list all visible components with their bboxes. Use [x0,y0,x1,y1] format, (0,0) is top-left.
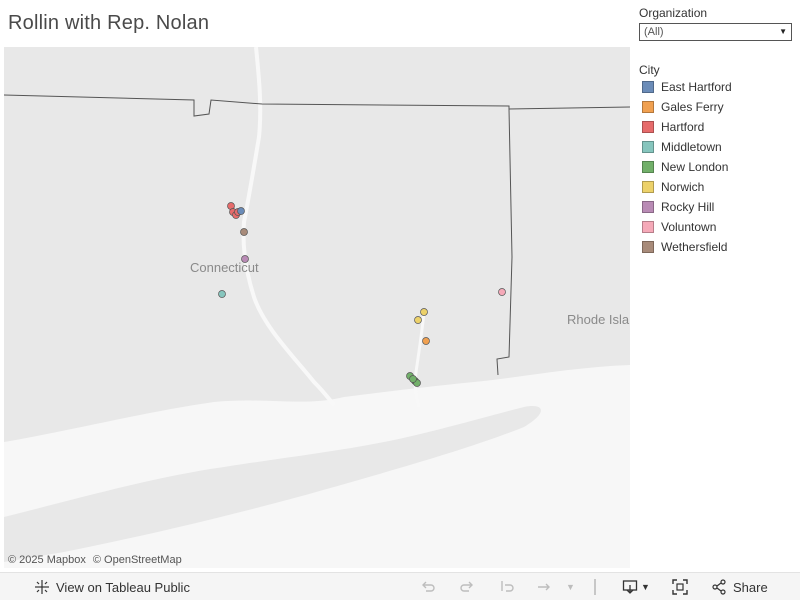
legend-swatch [642,101,654,113]
legend-label: Norwich [661,180,705,194]
share-icon [712,579,726,595]
download-menu-icon: ▼ [641,582,650,592]
undo-button[interactable] [420,579,436,595]
share-label: Share [733,579,768,595]
legend-item[interactable]: Wethersfield [639,237,797,257]
legend-title: City [639,63,660,77]
tableau-toolbar: View on Tableau Public ▼ ▼ Share [0,572,800,600]
map-attribution[interactable]: © 2025 Mapbox © OpenStreetMap [8,554,186,566]
city-point-new-london[interactable] [409,375,417,383]
legend-swatch [642,81,654,93]
refresh-menu-icon[interactable]: ▼ [566,582,575,592]
legend-swatch [642,121,654,133]
fullscreen-button[interactable] [672,579,688,595]
map-view[interactable]: Connecticut Rhode Isla © 2025 Mapbox © O… [4,47,630,568]
organization-filter-label: Organization [639,6,708,20]
legend-item[interactable]: Hartford [639,117,797,137]
revert-icon [501,581,514,592]
city-legend: East Hartford Gales Ferry Hartford Middleto… [639,77,797,257]
legend-label: Hartford [661,120,705,134]
city-point-norwich[interactable] [414,316,422,324]
legend-label: Wethersfield [661,240,728,254]
mapbox-attribution[interactable]: © 2025 Mapbox [8,554,86,566]
legend-item[interactable]: Rocky Hill [639,197,797,217]
organization-filter-value: (All) [644,26,664,38]
city-point-east-hartford[interactable] [237,207,245,215]
city-point-norwich[interactable] [420,308,428,316]
divider-icon [594,579,596,595]
legend-label: Voluntown [661,220,717,234]
legend-label: East Hartford [661,80,732,94]
city-point-wethersfield[interactable] [240,228,248,236]
download-icon [622,580,638,594]
share-button[interactable]: Share [711,579,768,595]
legend-label: Middletown [661,140,722,154]
legend-item[interactable]: East Hartford [639,77,797,97]
refresh-icon [538,583,550,591]
redo-icon [460,581,473,592]
label-rhode-island: Rhode Isla [567,312,630,327]
view-on-tableau-button[interactable]: View on Tableau Public [34,579,190,595]
legend-swatch [642,241,654,253]
legend-item[interactable]: Voluntown [639,217,797,237]
legend-label: Gales Ferry [661,100,724,114]
city-point-voluntown[interactable] [498,288,506,296]
legend-label: New London [661,160,729,174]
label-connecticut: Connecticut [190,260,259,275]
legend-swatch [642,161,654,173]
side-panel: Organization (All) ▼ City East Hartford G… [639,6,797,257]
chevron-down-icon: ▼ [779,27,787,36]
legend-swatch [642,181,654,193]
view-on-tableau-label: View on Tableau Public [56,579,190,595]
map-canvas[interactable] [4,47,630,568]
city-point-gales-ferry[interactable] [422,337,430,345]
fullscreen-icon [672,579,688,595]
dashboard-title: Rollin with Rep. Nolan [8,12,210,34]
toolbar-divider [594,579,596,595]
redo-button[interactable] [459,579,475,595]
legend-swatch [642,141,654,153]
legend-item[interactable]: Middletown [639,137,797,157]
legend-label: Rocky Hill [661,200,715,214]
city-point-middletown[interactable] [218,290,226,298]
legend-item[interactable]: Gales Ferry [639,97,797,117]
tableau-icon [35,580,49,594]
download-button[interactable]: ▼ [622,579,650,595]
legend-swatch [642,221,654,233]
undo-icon [422,581,435,592]
legend-item[interactable]: Norwich [639,177,797,197]
organization-filter-dropdown[interactable]: (All) ▼ [639,23,792,41]
refresh-button[interactable] [536,579,552,595]
revert-button[interactable] [499,579,515,595]
osm-attribution[interactable]: © OpenStreetMap [93,554,182,566]
legend-item[interactable]: New London [639,157,797,177]
legend-swatch [642,201,654,213]
